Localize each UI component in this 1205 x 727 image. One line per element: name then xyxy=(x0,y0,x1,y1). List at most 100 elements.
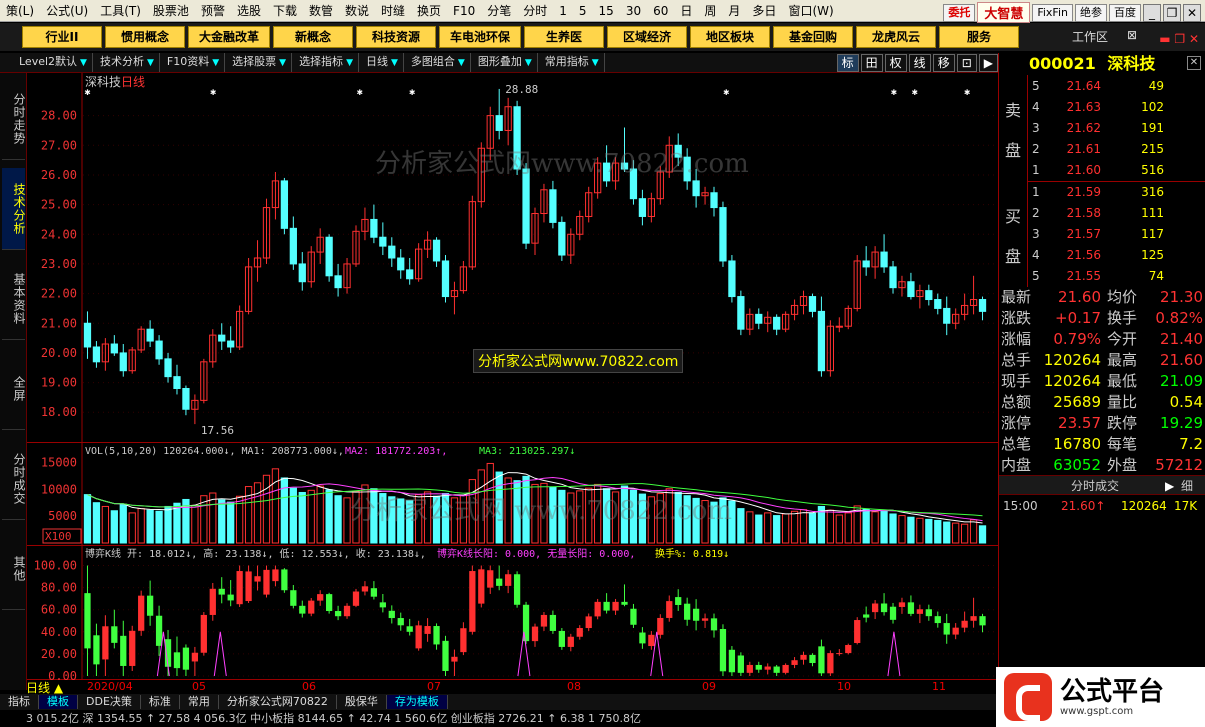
chart-tool-7[interactable]: 图形叠加 ▼ xyxy=(473,53,538,72)
sector-button-8[interactable]: 地区板块 xyxy=(690,26,771,48)
menu-item-2[interactable]: 工具(T) xyxy=(94,0,147,22)
sector-button-10[interactable]: 龙虎风云 xyxy=(856,26,937,48)
ref-button[interactable]: 绝参 xyxy=(1075,3,1107,22)
menu-item-20[interactable]: 周 xyxy=(698,0,722,22)
menu-item-13[interactable]: 分时 xyxy=(517,0,553,22)
menu-item-15[interactable]: 5 xyxy=(573,0,593,22)
volume-bar xyxy=(969,519,978,544)
menu-item-5[interactable]: 选股 xyxy=(231,0,267,22)
menu-item-6[interactable]: 下载 xyxy=(267,0,303,22)
sector-button-3[interactable]: 新概念 xyxy=(273,26,354,48)
menu-item-12[interactable]: 分笔 xyxy=(481,0,517,22)
chart-tool-5[interactable]: 日线 ▼ xyxy=(361,53,404,72)
price-axis-tick: 22.00 xyxy=(41,287,77,301)
menu-item-23[interactable]: 窗口(W) xyxy=(782,0,839,22)
asks-row[interactable]: 2 21.61 215 xyxy=(999,139,1205,160)
menu-item-16[interactable]: 15 xyxy=(593,0,620,22)
indicator-chart[interactable]: 100.00 80.00 60.00 40.00 20.00 0.00 博弈K线 开: 18… xyxy=(27,546,998,683)
menu-item-4[interactable]: 预警 xyxy=(195,0,231,22)
stat-label: 涨停 xyxy=(1001,414,1032,432)
baidu-button[interactable]: 百度 xyxy=(1109,3,1141,22)
menu-item-3[interactable]: 股票池 xyxy=(147,0,195,22)
chart-tool-8[interactable]: 常用指标 ▼ xyxy=(540,53,605,72)
left-tab-3[interactable]: 全屏 xyxy=(2,348,26,430)
sector-button-2[interactable]: 大金融改革 xyxy=(188,26,271,48)
sector-button-0[interactable]: 行业II xyxy=(22,26,102,48)
left-tab-0[interactable]: 分时走势 xyxy=(2,78,26,160)
bids-row[interactable]: 4 21.56 125 xyxy=(999,245,1205,266)
menu-item-18[interactable]: 60 xyxy=(647,0,674,22)
menu-item-17[interactable]: 30 xyxy=(620,0,647,22)
sector-button-4[interactable]: 科技资源 xyxy=(356,26,437,48)
trade-button[interactable]: 委托 xyxy=(943,3,976,22)
chart-tool-0[interactable]: Level2默认 ▼ xyxy=(14,53,93,72)
chart-tool-6[interactable]: 多图组合 ▼ xyxy=(406,53,471,72)
view-button-6[interactable]: ▶ xyxy=(978,53,998,72)
template-tab-5[interactable]: 分析家公式网70822 xyxy=(219,695,337,709)
window-restore-icon[interactable]: ❐ xyxy=(1163,3,1181,22)
left-tab-4[interactable]: 分时成交 xyxy=(2,438,26,520)
left-tab-1[interactable]: 技术分析 xyxy=(2,168,26,250)
menu-item-8[interactable]: 数说 xyxy=(339,0,375,22)
triangle-right-icon[interactable]: ▶ xyxy=(1165,476,1174,496)
price-chart[interactable]: 28.00 27.00 26.00 25.00 24.00 23.00 22.00 21.00… xyxy=(27,73,998,443)
template-tab-7[interactable]: 存为模板 xyxy=(386,695,448,709)
volume-bar xyxy=(755,514,763,544)
menu-item-10[interactable]: 换页 xyxy=(411,0,447,22)
window-close-icon[interactable]: ✕ xyxy=(1183,3,1201,22)
workarea-close-icon[interactable]: ⊠ xyxy=(1127,28,1137,42)
menu-item-0[interactable]: 策(L) xyxy=(0,0,40,22)
window-minimize-icon[interactable]: _ xyxy=(1143,3,1161,22)
template-tab-6[interactable]: 殷保华 xyxy=(337,695,387,709)
view-button-4[interactable]: 移 xyxy=(932,53,955,72)
bids-row[interactable]: 5 21.55 74 xyxy=(999,266,1205,287)
template-tab-0[interactable]: 指标 xyxy=(0,695,39,709)
asks-row[interactable]: 3 21.62 191 xyxy=(999,118,1205,139)
left-tab-5[interactable]: 其他 xyxy=(2,528,26,610)
level-price: 21.62 xyxy=(1066,121,1101,135)
menu-item-14[interactable]: 1 xyxy=(553,0,573,22)
chart-tool-3[interactable]: 选择股票 ▼ xyxy=(227,53,293,72)
bids-row[interactable]: 3 21.57 117 xyxy=(999,224,1205,245)
template-tab-4[interactable]: 常用 xyxy=(180,695,219,709)
asks-row[interactable]: 5 21.64 49 xyxy=(999,76,1205,97)
detail-button[interactable]: 细 xyxy=(1181,476,1193,496)
sector-button-9[interactable]: 基金回购 xyxy=(773,26,854,48)
menu-item-21[interactable]: 月 xyxy=(722,0,746,22)
view-button-1[interactable]: 田 xyxy=(860,53,883,72)
left-tab-2[interactable]: 基本资料 xyxy=(2,258,26,340)
volume-chart[interactable]: 15000 10000 5000 X100 VOL(5,10,20) 120264.00… xyxy=(27,443,998,546)
bids-row[interactable]: 1 21.59 316 xyxy=(999,182,1205,203)
workarea-label[interactable]: 工作区 xyxy=(1072,28,1132,45)
chart-tool-1[interactable]: 技术分析 ▼ xyxy=(95,53,160,72)
menu-item-9[interactable]: 时缝 xyxy=(375,0,411,22)
template-tab-2[interactable]: DDE决策 xyxy=(78,695,141,709)
view-button-3[interactable]: 线 xyxy=(908,53,931,72)
menu-item-11[interactable]: F10 xyxy=(447,0,481,22)
quote-panel: 000021 深科技 ✕ 卖盘买盘 5 21.64 49 4 21.63 102 3 21.62… xyxy=(998,53,1205,727)
menu-item-19[interactable]: 日 xyxy=(674,0,698,22)
sector-button-1[interactable]: 惯用概念 xyxy=(105,26,185,48)
menu-item-1[interactable]: 公式(U) xyxy=(40,0,94,22)
template-tab-3[interactable]: 标准 xyxy=(141,695,180,709)
view-button-5[interactable]: ⊡ xyxy=(956,53,977,72)
sector-button-5[interactable]: 车电池环保 xyxy=(439,26,522,48)
template-tab-1[interactable]: 模板 xyxy=(39,695,78,709)
view-button-0[interactable]: 标 xyxy=(836,53,859,72)
asks-row[interactable]: 1 21.60 516 xyxy=(999,160,1205,181)
chart-tool-2[interactable]: F10资料 ▼ xyxy=(162,53,226,72)
close-icon[interactable]: ✕ xyxy=(1187,56,1201,70)
sector-button-6[interactable]: 生养医 xyxy=(524,26,605,48)
menu-item-22[interactable]: 多日 xyxy=(746,0,782,22)
sector-button-11[interactable]: 服务 xyxy=(939,26,1020,48)
view-button-2[interactable]: 权 xyxy=(884,53,907,72)
menu-item-7[interactable]: 数管 xyxy=(303,0,339,22)
bids-row[interactable]: 2 21.58 111 xyxy=(999,203,1205,224)
asks-row[interactable]: 4 21.63 102 xyxy=(999,97,1205,118)
chart-tool-4[interactable]: 选择指标 ▼ xyxy=(294,53,359,72)
stat-value-2: 21.60 xyxy=(1160,351,1203,369)
fixfin-button[interactable]: FixFin xyxy=(1032,3,1073,22)
volume-bar xyxy=(92,502,101,544)
window-controls[interactable]: ▬ ❐ ✕ xyxy=(1159,32,1199,46)
sector-button-7[interactable]: 区域经济 xyxy=(607,26,688,48)
